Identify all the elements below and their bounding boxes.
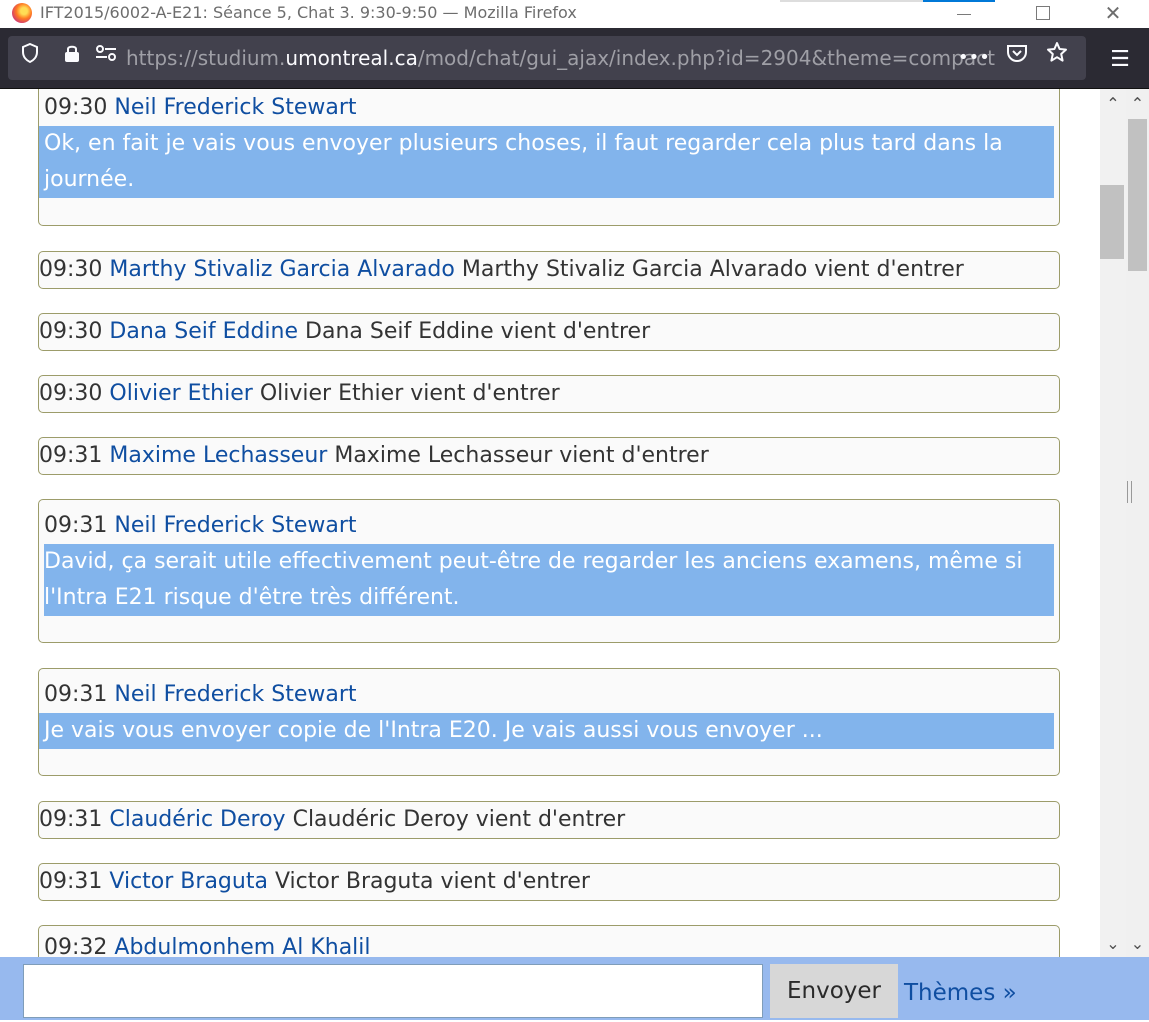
message-text: Ok, en fait je vais vous envoyer plusieu… [39,126,1054,198]
message-text: Claudéric Deroy vient d'entrer [292,807,626,832]
maximize-icon [1036,6,1050,20]
minimize-button[interactable] [940,0,986,28]
url-domain: umontreal.ca [285,46,418,70]
browser-toolbar: https://studium.umontreal.ca/mod/chat/gu… [0,28,1149,89]
message-time: 09:32 [44,935,108,957]
message-author-link[interactable]: Claudéric Deroy [109,807,285,832]
chat-message: 09:31 Neil Frederick Stewart David, ça s… [38,499,1060,643]
message-time: 09:31 [39,869,103,894]
page-scroll-up-icon[interactable]: ⌃ [1126,91,1149,117]
address-bar[interactable]: https://studium.umontreal.ca/mod/chat/gu… [8,36,1086,80]
message-author-link[interactable]: Marthy Stivaliz Garcia Alvarado [109,257,454,282]
message-text: Olivier Ethier vient d'entrer [259,381,560,406]
menu-icon[interactable]: ☰ [1104,38,1136,82]
chat-scrollbar[interactable]: ⌃ ⌄ [1100,89,1126,957]
scroll-up-icon[interactable]: ⌃ [1100,91,1126,117]
minimize-icon [957,14,971,15]
message-text: Je vais vous envoyer copie de l'Intra E2… [39,713,1054,749]
message-time: 09:30 [39,319,103,344]
chat-message-list[interactable]: 09:30 Neil Frederick Stewart Ok, en fait… [0,89,1100,957]
close-window-button[interactable]: ✕ [1090,0,1136,28]
message-time: 09:30 [39,257,103,282]
themes-link[interactable]: Thèmes » [904,964,1017,1022]
window-titlebar: IFT2015/6002-A-E21: Séance 5, Chat 3. 9:… [0,0,1149,28]
composer-bar: Envoyer Thèmes » [0,957,1149,1020]
message-text: Marthy Stivaliz Garcia Alvarado vient d'… [461,257,964,282]
message-author-link[interactable]: Dana Seif Eddine [109,319,298,344]
chat-system-message: 09:30 Dana Seif Eddine Dana Seif Eddine … [38,313,1060,351]
close-icon: ✕ [1104,1,1122,25]
more-icon[interactable]: ••• [958,36,990,80]
scroll-down-icon[interactable]: ⌄ [1100,931,1126,957]
message-header: 09:32 Abdulmonhem Al Khalil [44,926,1054,957]
message-header: 09:30 Neil Frederick Stewart [44,89,1054,126]
message-text: Dana Seif Eddine vient d'entrer [305,319,651,344]
shield-icon[interactable] [20,36,40,80]
url-prefix: https://studium. [126,46,286,70]
chat-system-message: 09:30 Olivier Ethier Olivier Ethier vien… [38,375,1060,413]
message-text: Victor Braguta vient d'entrer [274,869,590,894]
message-time: 09:31 [44,513,108,538]
chat-system-message: 09:31 Maxime Lechasseur Maxime Lechasseu… [38,437,1060,475]
message-author-link[interactable]: Neil Frederick Stewart [114,682,356,707]
url-suffix: /mod/chat/gui_ajax/index.php?id=2904&the… [417,46,995,70]
url-text[interactable]: https://studium.umontreal.ca/mod/chat/gu… [126,36,995,80]
page-scrollbar-thumb[interactable] [1128,119,1147,271]
lock-icon[interactable] [62,36,82,80]
chat-system-message: 09:30 Marthy Stivaliz Garcia Alvarado Ma… [38,251,1060,289]
chat-system-message: 09:31 Claudéric Deroy Claudéric Deroy vi… [38,801,1060,839]
chat-message: 09:32 Abdulmonhem Al Khalil [38,925,1060,957]
message-input[interactable] [23,964,763,1018]
page-scrollbar[interactable]: ⌃ ⌄ [1126,89,1149,957]
message-header: 09:31 Neil Frederick Stewart [44,500,1054,544]
chat-system-message: 09:31 Victor Braguta Victor Braguta vien… [38,863,1060,901]
message-author-link[interactable]: Neil Frederick Stewart [114,513,356,538]
message-author-link[interactable]: Victor Braguta [109,869,268,894]
message-time: 09:31 [39,807,103,832]
message-text: Maxime Lechasseur vient d'entrer [334,443,709,468]
message-author-link[interactable]: Maxime Lechasseur [109,443,327,468]
message-author-link[interactable]: Olivier Ethier [109,381,252,406]
titlebar-accent [780,0,930,2]
chat-scrollbar-thumb[interactable] [1100,185,1124,259]
chat-message: 09:30 Neil Frederick Stewart Ok, en fait… [38,89,1060,226]
message-time: 09:31 [44,682,108,707]
message-time: 09:30 [44,95,108,120]
message-time: 09:30 [39,381,103,406]
pocket-icon[interactable] [1004,36,1030,80]
firefox-logo-icon [12,3,32,23]
send-button[interactable]: Envoyer [770,964,898,1018]
page-scroll-down-icon[interactable]: ⌄ [1126,931,1149,957]
message-author-link[interactable]: Neil Frederick Stewart [114,95,356,120]
window-title: IFT2015/6002-A-E21: Séance 5, Chat 3. 9:… [40,3,577,22]
chat-message: 09:31 Neil Frederick Stewart Je vais vou… [38,668,1060,776]
maximize-button[interactable] [1020,0,1066,28]
permissions-icon[interactable] [94,36,118,80]
message-time: 09:31 [39,443,103,468]
message-author-link[interactable]: Abdulmonhem Al Khalil [114,935,370,957]
resize-grip-icon[interactable] [1127,481,1132,503]
message-text: David, ça serait utile effectivement peu… [44,544,1054,616]
message-header: 09:31 Neil Frederick Stewart [44,669,1054,713]
bookmark-star-icon[interactable] [1044,36,1070,80]
